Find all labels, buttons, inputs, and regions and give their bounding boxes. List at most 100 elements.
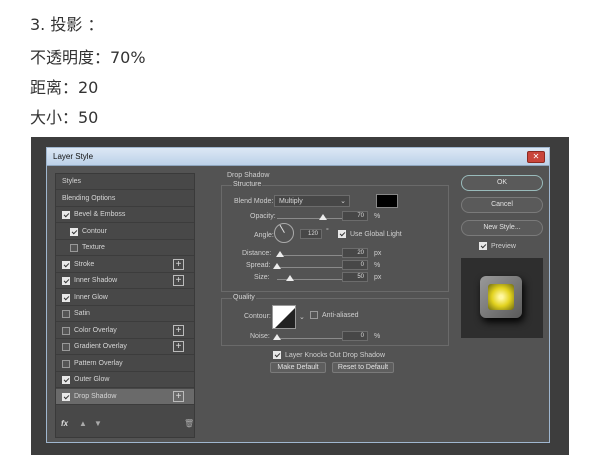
style-checkbox[interactable]: [62, 376, 70, 384]
move-down-icon[interactable]: ▼: [94, 419, 102, 428]
preview-checkbox[interactable]: [479, 242, 487, 250]
size-slider[interactable]: [277, 275, 342, 281]
size-note: 大小：50: [30, 108, 99, 127]
contour-chevron-icon[interactable]: ⌄: [299, 313, 305, 321]
style-label: Pattern Overlay: [74, 359, 123, 367]
shadow-color-swatch[interactable]: [376, 194, 398, 208]
style-label: Inner Glow: [74, 293, 108, 301]
fx-icon[interactable]: fx: [61, 419, 68, 428]
styles-list-item[interactable]: Inner Glow: [56, 290, 194, 306]
preview-label: Preview: [491, 243, 516, 250]
add-style-icon[interactable]: +: [173, 341, 184, 352]
step-heading: 3. 投影 ：: [30, 15, 104, 34]
dialog-title: Layer Style: [53, 152, 94, 161]
styles-list-item[interactable]: Bevel & Emboss: [56, 207, 194, 223]
style-checkbox[interactable]: [62, 392, 70, 401]
anti-aliased-label: Anti-aliased: [322, 312, 359, 319]
distance-unit: px: [374, 250, 382, 257]
trash-icon[interactable]: 🗑: [184, 419, 194, 428]
distance-slider-thumb[interactable]: [275, 251, 284, 257]
style-checkbox[interactable]: [70, 244, 78, 252]
style-checkbox[interactable]: [62, 326, 70, 335]
style-label: Contour: [82, 227, 107, 235]
distance-input[interactable]: 20: [342, 248, 368, 258]
style-label: Blending Options: [62, 194, 116, 202]
opacity-slider-thumb[interactable]: [318, 214, 327, 220]
contour-preview[interactable]: [272, 305, 296, 329]
styles-list-item[interactable]: Blending Options: [56, 191, 194, 207]
styles-list-item[interactable]: Satin: [56, 306, 194, 322]
spread-slider[interactable]: [273, 263, 342, 269]
size-input[interactable]: 50: [342, 272, 368, 282]
noise-slider-thumb[interactable]: [273, 334, 281, 340]
spread-input[interactable]: 0: [342, 260, 368, 270]
distance-label: Distance:: [242, 250, 272, 257]
style-checkbox[interactable]: [62, 260, 70, 269]
new-style-button[interactable]: New Style...: [461, 220, 543, 236]
contour-curve-icon: [275, 308, 295, 328]
noise-slider[interactable]: [273, 334, 342, 340]
styles-list-item[interactable]: Texture: [56, 240, 194, 256]
add-style-icon[interactable]: +: [173, 390, 184, 402]
add-style-icon[interactable]: +: [173, 324, 184, 336]
add-style-icon[interactable]: +: [173, 275, 184, 286]
angle-input[interactable]: 120: [300, 229, 322, 239]
blend-mode-value: Multiply: [279, 198, 303, 205]
styles-list-item[interactable]: Styles: [56, 174, 194, 190]
style-checkbox[interactable]: [62, 277, 70, 285]
opacity-slider[interactable]: [277, 214, 342, 220]
blend-mode-select[interactable]: Multiply ⌄: [274, 195, 350, 207]
use-global-light-checkbox[interactable]: [338, 230, 346, 238]
opacity-input[interactable]: 70: [342, 211, 368, 221]
use-global-light-label: Use Global Light: [350, 231, 402, 238]
style-checkbox[interactable]: [62, 359, 70, 368]
style-checkbox[interactable]: [62, 211, 70, 219]
quality-label: Quality: [232, 294, 256, 301]
size-unit: px: [374, 274, 382, 281]
chevron-down-icon: ⌄: [340, 198, 346, 205]
styles-list-item[interactable]: Gradient Overlay +: [56, 339, 194, 355]
styles-list-item[interactable]: Pattern Overlay: [56, 356, 194, 372]
noise-input[interactable]: 0: [342, 331, 368, 341]
layer-knocks-label: Layer Knocks Out Drop Shadow: [285, 352, 385, 359]
spread-slider-thumb[interactable]: [273, 263, 281, 269]
make-default-button[interactable]: Make Default: [270, 362, 326, 373]
size-slider-thumb[interactable]: [286, 275, 294, 281]
style-label: Satin: [74, 310, 90, 317]
cancel-button[interactable]: Cancel: [461, 197, 543, 213]
style-label: Inner Shadow: [74, 277, 118, 284]
angle-dial[interactable]: [274, 223, 294, 243]
style-label: Texture: [82, 244, 105, 251]
add-style-icon[interactable]: +: [173, 258, 184, 270]
angle-dial-needle: [279, 224, 285, 233]
reset-default-button[interactable]: Reset to Default: [332, 362, 394, 373]
style-label: Color Overlay: [74, 326, 117, 334]
ok-button[interactable]: OK: [461, 175, 543, 191]
style-checkbox[interactable]: [62, 293, 70, 302]
opacity-unit: %: [374, 213, 381, 220]
styles-list-item[interactable]: Color Overlay +: [56, 323, 194, 339]
structure-label: Structure: [232, 181, 263, 188]
spread-label: Spread:: [246, 262, 271, 269]
styles-list-item[interactable]: Stroke +: [56, 257, 194, 273]
layer-style-dialog: Layer Style ✕ Styles Blending Options Beve…: [46, 147, 550, 443]
style-label: Styles: [62, 178, 82, 185]
move-up-icon[interactable]: ▲: [79, 419, 87, 428]
layer-knocks-checkbox[interactable]: [273, 351, 281, 359]
preview-thumbnail: [461, 258, 543, 338]
close-icon[interactable]: ✕: [527, 151, 545, 163]
style-checkbox[interactable]: [70, 227, 78, 236]
drop-shadow-heading: Drop Shadow: [227, 172, 270, 179]
style-checkbox[interactable]: [62, 310, 70, 318]
distance-note: 距离：20: [30, 78, 99, 97]
styles-list-item[interactable]: Outer Glow: [56, 372, 194, 388]
styles-list-item[interactable]: Inner Shadow +: [56, 273, 194, 289]
style-checkbox[interactable]: [62, 343, 70, 351]
styles-list-item[interactable]: Contour: [56, 224, 194, 240]
noise-label: Noise:: [250, 333, 270, 340]
distance-slider[interactable]: [275, 251, 342, 257]
structure-section: Structure Blend Mode: Multiply ⌄ Opacity…: [221, 181, 449, 292]
anti-aliased-checkbox[interactable]: [310, 311, 318, 319]
styles-list-item[interactable]: Drop Shadow +: [56, 388, 194, 405]
style-label: Stroke: [74, 260, 95, 268]
